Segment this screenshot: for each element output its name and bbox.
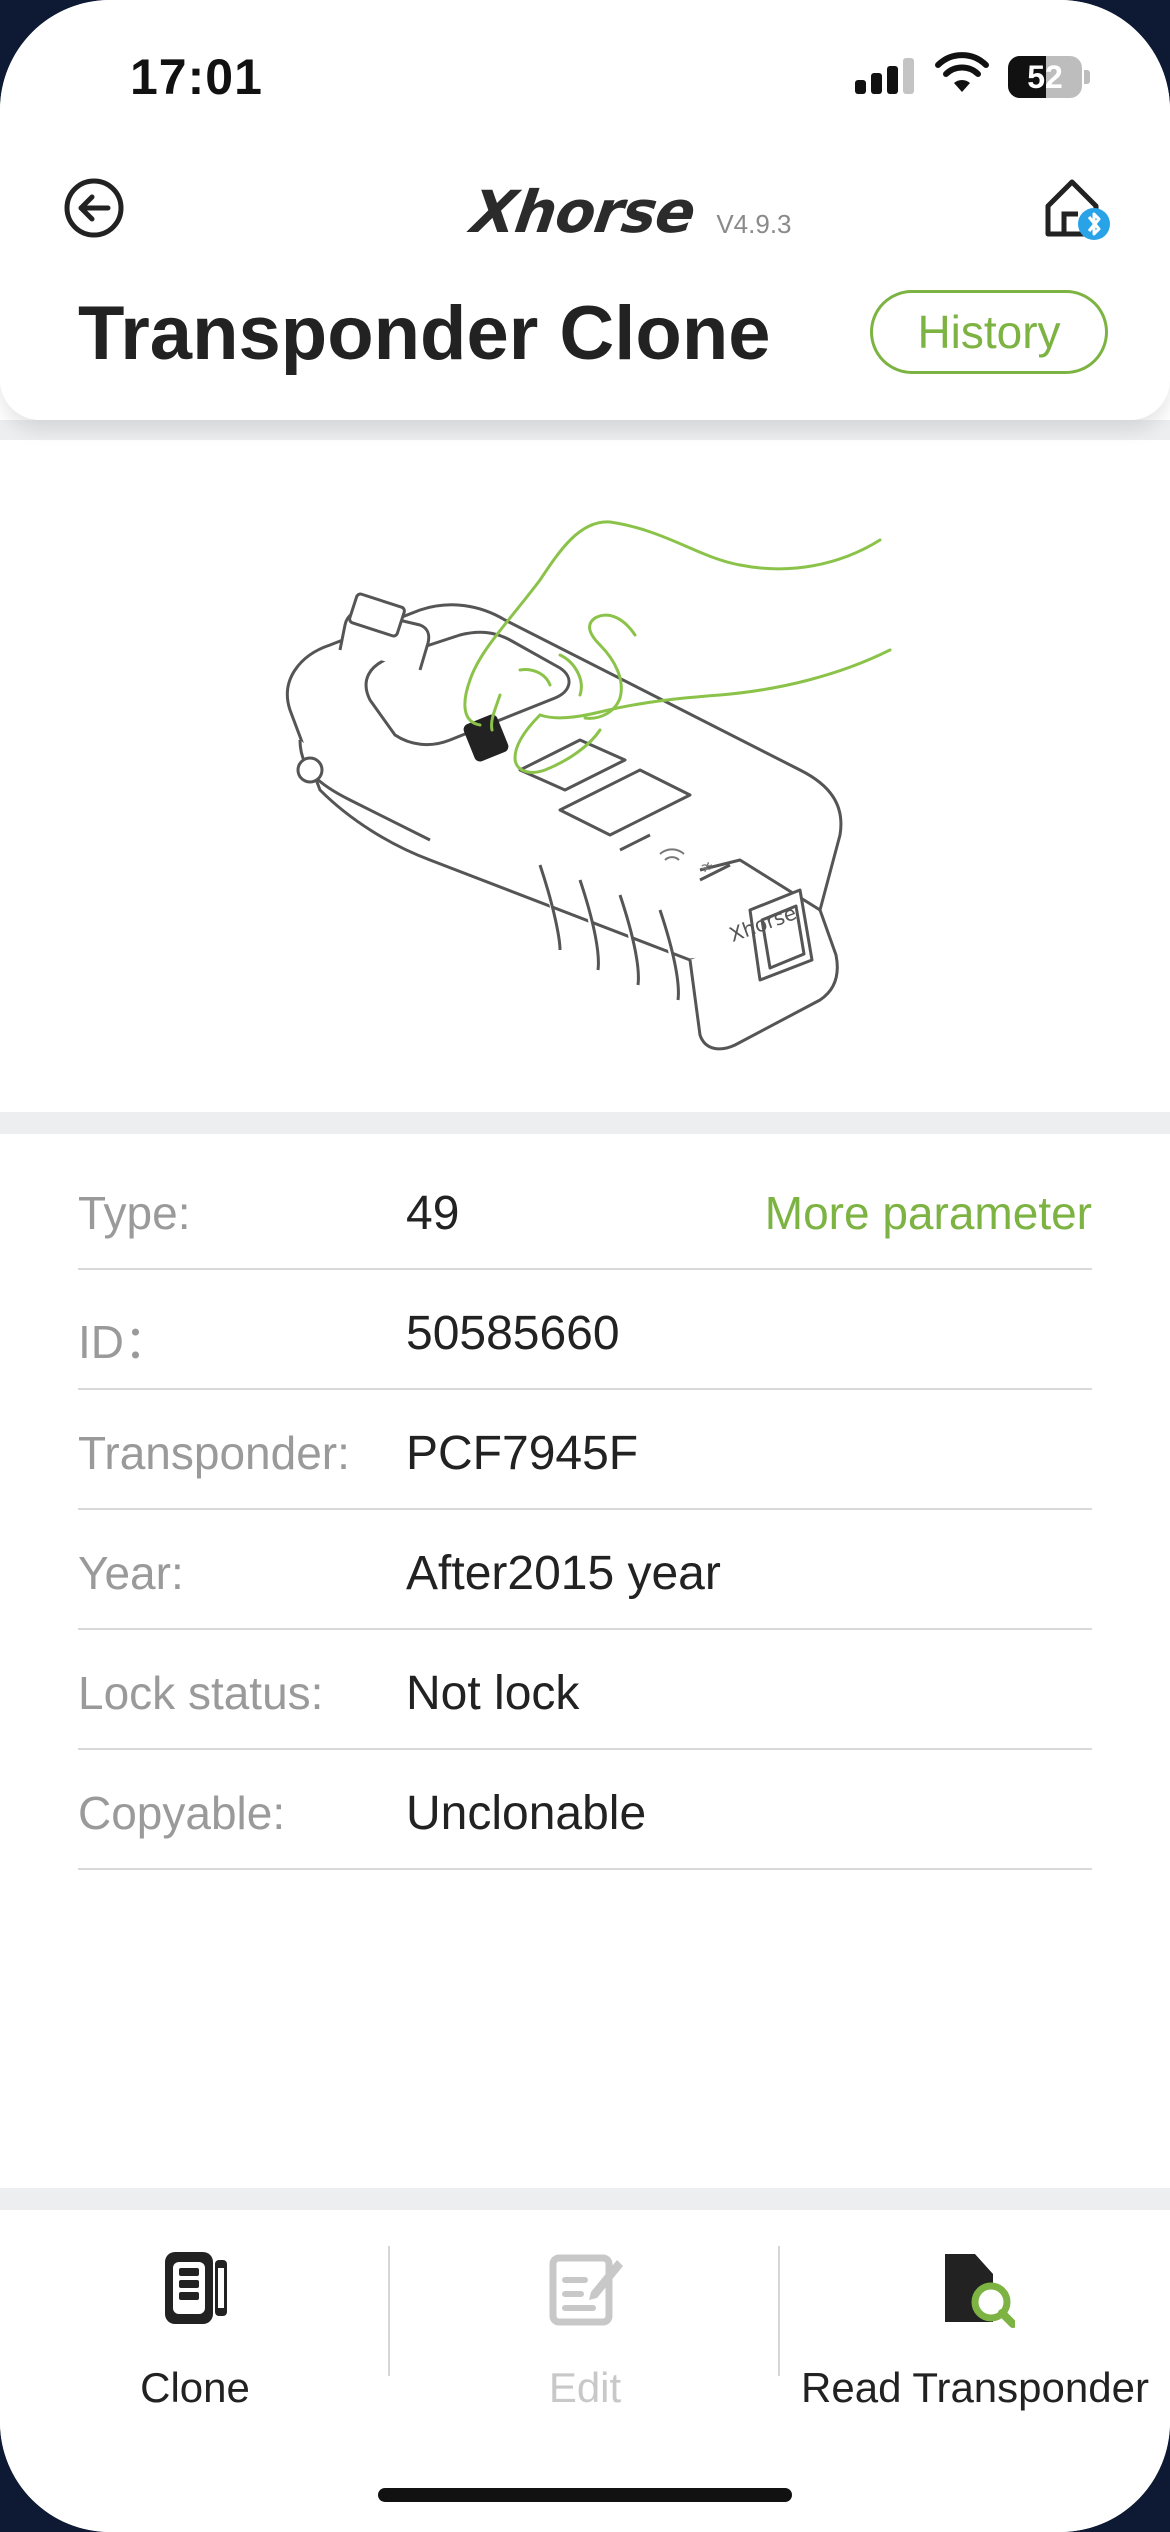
page-title: Transponder Clone [78,291,771,376]
key-tool-illustration: ≉ Xhorse [285,520,892,1051]
info-label: Year: [78,1547,184,1599]
status-bar: 17:01 52 [0,0,1170,150]
info-row-transponder: Transponder: PCF7945F [78,1390,1092,1510]
info-row-lock-status: Lock status: Not lock [78,1630,1092,1750]
tab-label: Edit [548,2364,622,2411]
tab-label: Clone [140,2364,250,2411]
battery-icon: 52 [1008,56,1090,98]
info-value: PCF7945F [406,1427,639,1480]
edit-icon [549,2254,623,2326]
history-button[interactable]: History [870,290,1108,374]
info-row-year: Year: After2015 year [78,1510,1092,1630]
info-label: Copyable: [78,1787,286,1839]
app-version: V4.9.3 [716,209,792,239]
tab-edit[interactable]: Edit [390,2246,780,2436]
tab-read-transponder[interactable]: Read Transponder [780,2246,1170,2436]
divider-strip [0,1112,1170,1134]
svg-text:≉: ≉ [700,857,713,876]
more-parameter-link[interactable]: More parameter [765,1186,1092,1240]
info-value: Not lock [406,1667,580,1720]
back-button[interactable] [62,176,126,240]
brand: Xhorse V4.9.3 [467,176,792,246]
info-value: 49 [406,1187,460,1240]
home-bluetooth-icon[interactable] [1042,172,1112,244]
battery-percent: 52 [1027,59,1063,95]
info-row-id: ID： 50585660 [78,1270,1092,1390]
key-fob-icon [165,2252,227,2324]
info-value: Unclonable [406,1787,647,1840]
device-illustration: ≉ Xhorse [0,440,1170,1110]
divider-strip [0,2188,1170,2210]
brand-logo: Xhorse [467,178,700,246]
info-label: ID： [78,1316,170,1368]
transponder-info-list: Type: 49 More parameter ID： 50585660 Tra… [78,1150,1092,1870]
divider-strip [0,420,1170,442]
info-label: Transponder: [78,1427,350,1479]
info-row-copyable: Copyable: Unclonable [78,1750,1092,1870]
tab-label: Read Transponder [801,2364,1149,2411]
header: 17:01 52 Xhorse V4.9.3 Transponder Clone… [0,0,1170,420]
info-value: 50585660 [406,1307,620,1360]
app-screen: 17:01 52 Xhorse V4.9.3 Transponder Clone… [0,0,1170,2532]
cellular-signal-icon [855,58,915,94]
info-label: Lock status: [78,1667,324,1719]
status-time: 17:01 [130,49,263,105]
tab-clone[interactable]: Clone [0,2246,390,2436]
info-label: Type: [78,1187,191,1239]
home-indicator[interactable] [378,2488,792,2502]
bottom-tab-bar: Clone Edit Read Transponder [0,2210,1170,2532]
wifi-icon [935,52,989,92]
info-value: After2015 year [406,1547,721,1600]
read-transponder-icon [945,2254,1015,2328]
info-row-type: Type: 49 More parameter [78,1150,1092,1270]
